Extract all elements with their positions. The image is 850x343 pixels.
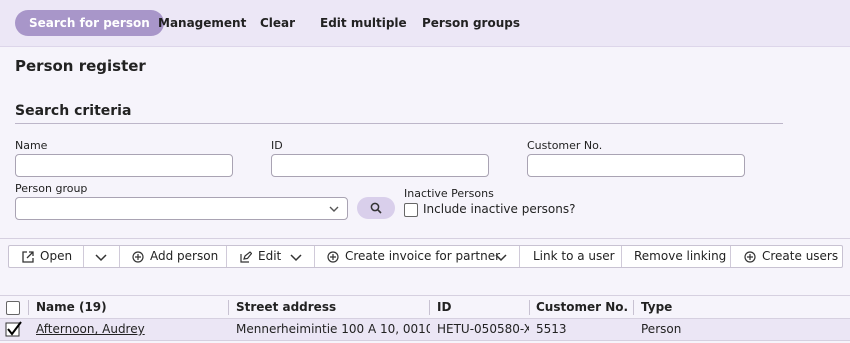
column-separator (633, 300, 634, 315)
id-input[interactable] (271, 154, 489, 177)
add-person-button[interactable]: Add person (150, 246, 218, 267)
create-users-button[interactable]: Create users (762, 246, 838, 267)
toolbar-separator (314, 246, 315, 267)
link-to-user-button[interactable]: Link to a user (533, 246, 615, 267)
column-separator (28, 300, 29, 315)
open-button[interactable]: Open (40, 246, 72, 267)
table-header: Name (19) Street address ID Customer No.… (0, 295, 850, 319)
edit-multiple-button[interactable]: Edit multiple (306, 10, 421, 36)
search-submit-button[interactable] (357, 197, 395, 219)
column-header-street[interactable]: Street address (236, 296, 336, 318)
remove-linking-button[interactable]: Remove linking (634, 246, 726, 267)
inactive-persons-label: Inactive Persons (404, 187, 494, 200)
select-all-checkbox[interactable] (6, 301, 20, 315)
top-nav-bar: Search for person Management Clear Edit … (0, 0, 850, 47)
edit-icon (240, 251, 252, 263)
search-icon (370, 202, 382, 214)
street-address-cell: Mennerheimintie 100 A 10, 00100 Helsinki (236, 322, 430, 336)
column-separator (228, 300, 229, 315)
column-header-customer-no[interactable]: Customer No. (536, 296, 628, 318)
column-header-name[interactable]: Name (19) (36, 296, 107, 318)
section-divider (15, 123, 783, 124)
person-groups-button[interactable]: Person groups (408, 10, 534, 36)
name-input[interactable] (15, 154, 233, 177)
section-title: Search criteria (15, 103, 132, 119)
toolbar-separator (519, 246, 520, 267)
add-circle-icon (744, 251, 756, 263)
column-separator (429, 300, 430, 315)
type-cell: Person (641, 322, 682, 336)
chevron-down-icon[interactable] (290, 251, 302, 263)
toolbar-separator (621, 246, 622, 267)
id-label: ID (271, 139, 283, 152)
column-header-id[interactable]: ID (437, 296, 451, 318)
chevron-down-icon[interactable] (495, 251, 507, 263)
include-inactive-label: Include inactive persons? (423, 202, 576, 216)
chevron-down-icon (329, 206, 339, 212)
column-header-type[interactable]: Type (641, 296, 672, 318)
toolbar-separator (730, 246, 731, 267)
person-name-link[interactable]: Afternoon, Audrey (36, 319, 221, 340)
action-toolbar: Open Add person Edit Create invoice for … (8, 245, 843, 268)
add-circle-icon (327, 251, 339, 263)
search-for-person-button[interactable]: Search for person (15, 10, 164, 36)
customer-no-input[interactable] (527, 154, 745, 177)
create-invoice-button[interactable]: Create invoice for partner (345, 246, 500, 267)
chevron-down-icon[interactable] (95, 251, 107, 263)
clear-button[interactable]: Clear (246, 10, 309, 36)
toolbar-separator (119, 246, 120, 267)
column-separator (529, 300, 530, 315)
name-label: Name (15, 139, 48, 152)
include-inactive-checkbox[interactable] (404, 203, 418, 217)
toolbar-divider (0, 238, 850, 239)
person-group-select[interactable] (15, 197, 348, 220)
edit-button[interactable]: Edit (258, 246, 281, 267)
customer-no-label: Customer No. (527, 139, 603, 152)
row-checked-checkbox[interactable] (5, 321, 23, 337)
open-external-icon (22, 251, 34, 263)
person-group-label: Person group (15, 182, 88, 195)
page-title: Person register (15, 57, 146, 75)
toolbar-separator (226, 246, 227, 267)
management-button[interactable]: Management (144, 10, 260, 36)
table-row[interactable]: Afternoon, Audrey Mennerheimintie 100 A … (0, 319, 850, 341)
id-cell: HETU-050580-XX1 (437, 322, 529, 336)
customer-no-cell: 5513 (536, 322, 567, 336)
add-circle-icon (132, 251, 144, 263)
toolbar-separator (83, 246, 84, 267)
